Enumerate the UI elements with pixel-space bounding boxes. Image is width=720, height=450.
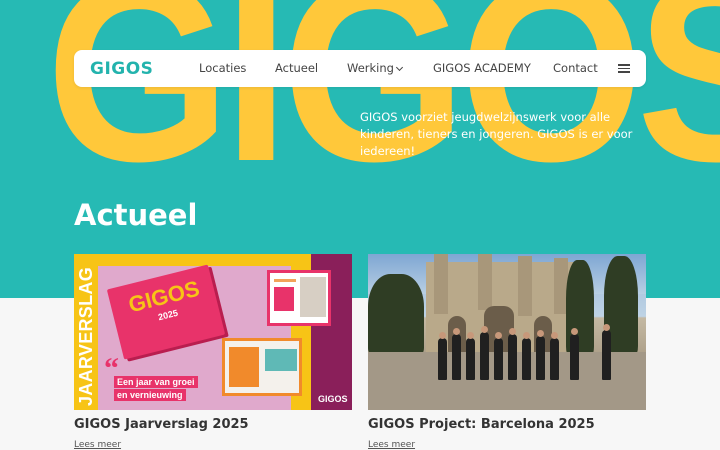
image-vertical-text: JAARVERSLAG <box>76 267 96 406</box>
card-title[interactable]: GIGOS Project: Barcelona 2025 <box>368 417 646 432</box>
quote-line-1: Een jaar van groei <box>114 376 198 388</box>
site-logo[interactable]: GIGOS <box>90 59 153 79</box>
nav-item-academy[interactable]: GIGOS ACADEMY <box>433 61 531 75</box>
nav-item-contact[interactable]: Contact <box>553 61 598 75</box>
quote-line-2: en vernieuwing <box>114 389 186 401</box>
card-title[interactable]: GIGOS Jaarverslag 2025 <box>74 417 352 432</box>
card-image-barcelona[interactable] <box>368 254 646 410</box>
read-more-link[interactable]: Lees meer <box>368 440 415 450</box>
hero-big-logo: GIGOS <box>46 0 720 215</box>
chevron-down-icon <box>395 63 403 72</box>
news-card: GIGOS Project: Barcelona 2025 Lees meer <box>368 254 646 450</box>
card-image-jaarverslag[interactable]: JAARVERSLAG GIGOS 2025 “ Een jaar van gr… <box>74 254 352 410</box>
nav-item-actueel[interactable]: Actueel <box>275 61 318 75</box>
read-more-link[interactable]: Lees meer <box>74 440 121 450</box>
magazine-spread-1 <box>267 270 331 326</box>
nav-item-locaties[interactable]: Locaties <box>199 61 246 75</box>
nav-item-werking[interactable]: Werking <box>347 61 403 75</box>
news-card: JAARVERSLAG GIGOS 2025 “ Een jaar van gr… <box>74 254 352 450</box>
nav-item-werking-label: Werking <box>347 61 394 75</box>
image-corner-logo: GIGOS <box>318 394 348 404</box>
magazine-spread-2 <box>222 338 302 396</box>
main-navbar: GIGOS Locaties Actueel Werking GIGOS ACA… <box>74 50 646 87</box>
section-title: Actueel <box>74 198 198 232</box>
hero-tagline: GIGOS voorziet jeugdwelzijnswerk voor al… <box>360 110 633 158</box>
hamburger-icon[interactable] <box>618 64 630 73</box>
